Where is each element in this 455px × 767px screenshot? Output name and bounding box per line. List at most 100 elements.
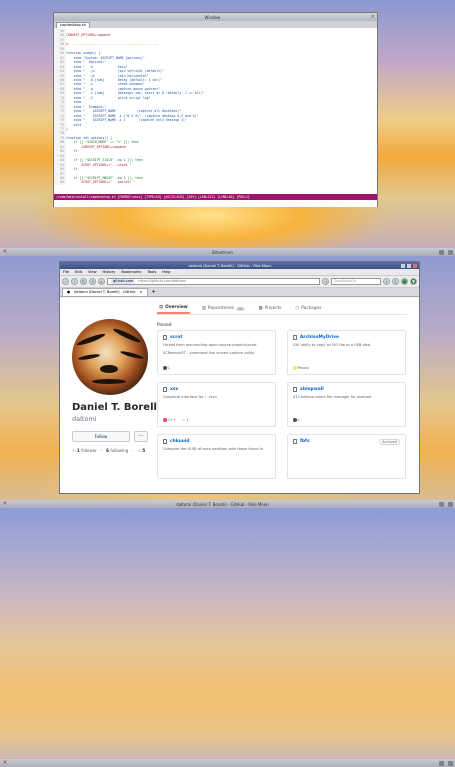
- profile-username: daltomi: [72, 415, 97, 423]
- command-line[interactable]: [54, 200, 377, 207]
- following-link[interactable]: 6 following: [106, 448, 128, 453]
- avatar[interactable]: [72, 319, 148, 395]
- download-icon[interactable]: ↓: [392, 278, 399, 285]
- repo-language: C: [293, 418, 300, 422]
- addon-icon[interactable]: ◆: [401, 278, 408, 285]
- menu-bookmarks[interactable]: Bookmarks: [121, 270, 141, 274]
- repo-description: Compare the UUID of each partition with …: [163, 447, 264, 451]
- tab-close-icon[interactable]: ×: [139, 289, 142, 296]
- pinned-repo-card[interactable]: xsv Graphical interface for i · rsvn C++ ☆ …: [157, 382, 276, 427]
- repo-icon: [293, 439, 297, 444]
- browser-tab[interactable]: ● daltomi (Daniel T. Borelli) · GitHub ×: [62, 288, 148, 296]
- repo-description: GUI utility to copy an ISO file to a USB…: [293, 343, 371, 347]
- menu-history[interactable]: History: [103, 270, 116, 274]
- repo-icon: [163, 335, 167, 340]
- pinned-repo-card[interactable]: xbmpwall X11 bitmap colors file manager f…: [287, 382, 406, 427]
- stop-icon[interactable]: ×: [89, 278, 96, 285]
- shield-icon[interactable]: ▼: [410, 278, 417, 285]
- repo-description: Forked from resurrecting-open-source-pro…: [163, 343, 257, 347]
- pinned-repo-card[interactable]: ArchIsoMyDrive GUI utility to copy an ISO…: [287, 330, 406, 375]
- line-text: echo " $SCRIPT_NAME -i 1 (capture only d…: [66, 118, 187, 123]
- repo-meta: C: [293, 418, 300, 422]
- code-line[interactable]: 89 SCROT_OPTIONS+=" --pointer ": [54, 180, 377, 185]
- repo-meta: C++ ☆ 1: [163, 418, 189, 422]
- repo-name[interactable]: xbmpwall: [300, 387, 324, 392]
- repo-icon: [293, 387, 297, 392]
- pinned-repo-card[interactable]: scrot Forked from resurrecting-open-sourc…: [157, 330, 276, 375]
- maximize-icon[interactable]: [448, 760, 453, 766]
- close-icon[interactable]: ✕: [2, 760, 8, 766]
- stars-link[interactable]: ☆ 5: [137, 448, 145, 453]
- book-icon: ▤: [159, 305, 164, 310]
- minimize-icon[interactable]: [439, 760, 444, 766]
- repo-stars[interactable]: ☆ 1: [182, 418, 189, 422]
- forward-icon[interactable]: ›: [71, 278, 78, 285]
- star-icon: ☆: [182, 418, 186, 422]
- search-icon[interactable]: ⌕: [383, 278, 390, 285]
- editor-tab-label: capdesktop.sh: [60, 23, 87, 27]
- search-box[interactable]: DuckDuckGo: [331, 278, 381, 285]
- profile-name: Daniel T. Borelli: [72, 402, 161, 413]
- tab-packages[interactable]: ⬡ Packages: [294, 303, 324, 314]
- profile-stats: ⚇ 1 follower · 6 following · ☆ 5: [72, 448, 146, 453]
- menu-edit[interactable]: Edit: [75, 270, 82, 274]
- browser-title: daltomi (Daniel T. Borelli) · GitHub - P…: [188, 263, 272, 268]
- pinned-repo-card[interactable]: fbfs Archived: [287, 434, 406, 479]
- line-text: fi: [66, 149, 78, 154]
- minimize-icon[interactable]: [439, 501, 444, 507]
- terminal-titlebar[interactable]: Window ×: [54, 13, 377, 21]
- browser-tab-label: daltomi (Daniel T. Borelli) · GitHub: [74, 290, 136, 294]
- terminal-window[interactable]: Window × capdesktop.sh 55 56 CONVERT_OPTIO…: [53, 12, 378, 207]
- reload-icon[interactable]: ↻: [80, 278, 87, 285]
- menu-view[interactable]: View: [88, 270, 97, 274]
- browser-titlebar[interactable]: daltomi (Daniel T. Borelli) · GitHub - P…: [60, 262, 419, 269]
- menu-tools[interactable]: Tools: [147, 270, 156, 274]
- tab-overview[interactable]: ▤ Overview: [157, 303, 190, 314]
- editor-tab[interactable]: capdesktop.sh: [56, 22, 91, 28]
- close-icon[interactable]: ×: [371, 14, 375, 20]
- more-button[interactable]: ···: [134, 431, 148, 442]
- line-text: CONVERT_OPTIONS+=append: [66, 33, 111, 38]
- followers-link[interactable]: ⚇ 1 follower: [72, 448, 97, 453]
- repo-name[interactable]: chkuuid: [170, 439, 190, 444]
- repo-language: C: [163, 366, 170, 370]
- repo-name[interactable]: xsv: [170, 387, 178, 392]
- follow-button[interactable]: Follow: [72, 431, 130, 442]
- package-icon: ⬡: [295, 306, 300, 311]
- address-bar[interactable]: github.com https://github.com/daltomi: [107, 278, 320, 285]
- tab-repositories[interactable]: ▥ Repositories 28: [200, 303, 247, 314]
- line-text: #---------------------------------------…: [66, 42, 159, 47]
- maximize-icon[interactable]: [448, 501, 453, 507]
- repo-name[interactable]: scrot: [170, 335, 183, 340]
- desktop-3-wallpaper: [0, 508, 455, 759]
- tab-projects[interactable]: ▦ Projects: [257, 303, 284, 314]
- language-color-dot: [293, 366, 297, 370]
- repo-icon: ▥: [201, 306, 206, 311]
- menu-help[interactable]: Help: [162, 270, 170, 274]
- home-icon[interactable]: ⌂: [98, 278, 105, 285]
- repo-description: X11 bitmap colors file manager for xsetr…: [293, 395, 372, 399]
- people-icon: ⚇: [72, 448, 76, 453]
- go-icon[interactable]: →: [322, 278, 329, 285]
- minimize-icon[interactable]: [439, 249, 444, 255]
- repo-name[interactable]: ArchIsoMyDrive: [300, 335, 339, 340]
- language-color-dot: [163, 366, 167, 370]
- url-text: https://github.com/daltomi: [138, 279, 187, 283]
- back-icon[interactable]: ‹: [62, 278, 69, 285]
- star-icon: ☆: [137, 448, 142, 453]
- new-tab-button[interactable]: +: [148, 288, 160, 296]
- language-color-dot: [163, 418, 167, 422]
- maximize-icon[interactable]: [448, 249, 453, 255]
- browser-window[interactable]: daltomi (Daniel T. Borelli) · GitHub - P…: [59, 261, 420, 494]
- maximize-icon[interactable]: [407, 263, 411, 268]
- pinned-repo-card[interactable]: chkuuid Compare the UUID of each partitio…: [157, 434, 276, 479]
- menu-file[interactable]: File: [63, 270, 69, 274]
- code-area[interactable]: 55 56 CONVERT_OPTIONS+=append 57 58 #--------…: [54, 29, 377, 194]
- taskbar-title: daltomi (Daniel T. Borelli) · GitHub - P…: [176, 501, 269, 507]
- repo-name[interactable]: fbfs: [300, 439, 310, 444]
- close-icon[interactable]: [413, 263, 417, 268]
- minimize-icon[interactable]: [401, 263, 405, 268]
- line-text: }: [66, 126, 68, 131]
- url-host: github.com: [111, 279, 136, 284]
- project-icon: ▦: [258, 306, 263, 311]
